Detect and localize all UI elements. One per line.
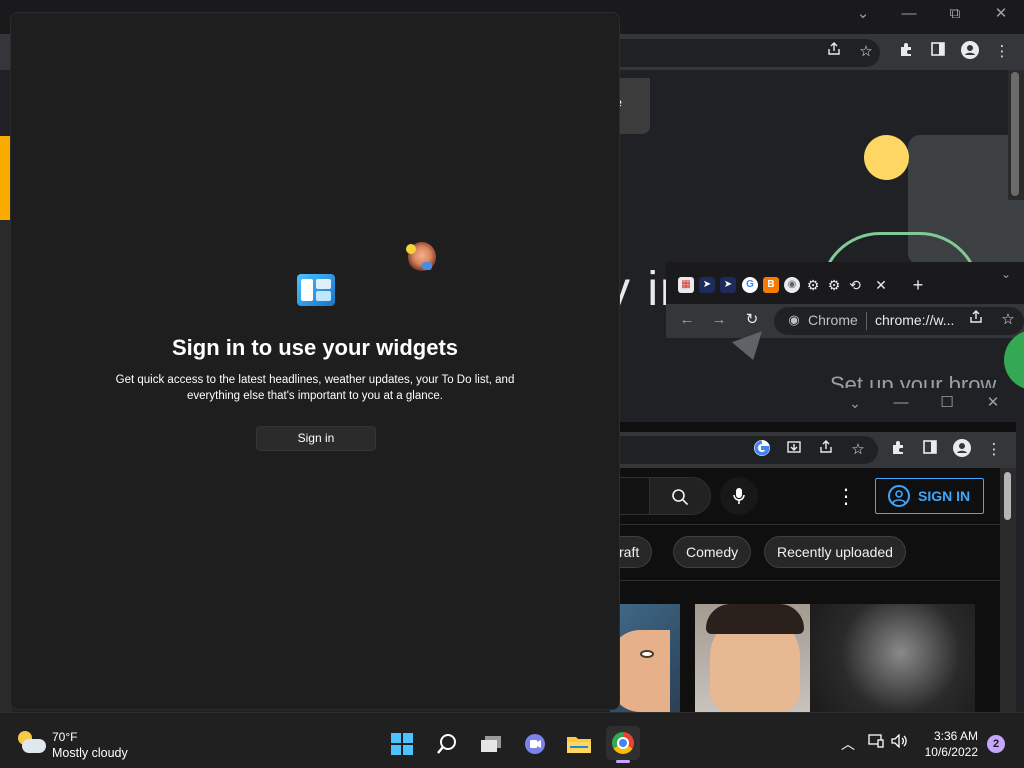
install-app-icon[interactable] (783, 439, 805, 461)
widgets-logo-part (316, 291, 331, 301)
weather-condition[interactable]: Mostly cloudy (52, 746, 128, 760)
notification-badge[interactable]: 2 (987, 735, 1005, 753)
scrollbar-thumb[interactable] (1011, 72, 1019, 196)
chip-recently-uploaded[interactable]: Recently uploaded (764, 536, 906, 568)
clock-time[interactable]: 3:36 AM (920, 729, 978, 743)
bookmark-star-icon[interactable]: ☆ (855, 41, 877, 63)
chrome-icon-core (619, 739, 627, 747)
weather-cloud-icon[interactable] (22, 739, 46, 753)
voice-search-button[interactable] (720, 477, 758, 515)
youtube-search-button[interactable] (649, 477, 711, 515)
extensions-icon[interactable] (895, 41, 917, 63)
file-explorer-icon[interactable] (562, 726, 596, 760)
cursor-favicon-icon[interactable]: ➤ (699, 277, 715, 293)
restore-button[interactable]: ⧉ (940, 0, 970, 28)
avatar-accent (406, 244, 416, 254)
maximize-button[interactable]: ☐ (932, 389, 962, 417)
youtube-settings-menu-icon[interactable]: ⋮ (836, 484, 856, 509)
widgets-signin-heading: Sign in to use your widgets (171, 335, 459, 360)
network-icon[interactable] (866, 734, 886, 751)
youtube-scrollbar-thumb[interactable] (1004, 472, 1011, 520)
chrome-favicon-icon[interactable]: ◉ (784, 277, 800, 293)
omnibox-url: chrome://w... (875, 312, 955, 328)
share-icon[interactable] (823, 41, 845, 63)
minimize-button[interactable]: — (894, 0, 924, 28)
widgets-logo-part (316, 279, 331, 289)
settings-favicon-icon[interactable]: ⚙ (826, 277, 842, 293)
settings-favicon-icon[interactable]: ⚙ (805, 277, 821, 293)
more-menu-icon[interactable]: ⋮ (983, 439, 1005, 461)
close-tab-icon[interactable]: ✕ (873, 277, 889, 293)
tab-search-icon[interactable]: ⌄ (840, 389, 870, 417)
account-icon (888, 485, 910, 507)
bookmark-star-icon[interactable]: ☆ (997, 309, 1019, 331)
tab-search-icon[interactable]: ⌄ (848, 0, 878, 28)
close-button[interactable]: ✕ (978, 389, 1008, 417)
weather-temperature[interactable]: 70°F (52, 730, 77, 744)
reload-icon[interactable]: ↻ (741, 309, 763, 331)
start-button[interactable] (391, 733, 413, 755)
minimize-button[interactable]: — (886, 389, 916, 417)
microphone-icon (733, 487, 745, 504)
extensions-icon[interactable] (887, 439, 909, 461)
profile-icon[interactable] (959, 41, 981, 63)
more-menu-icon[interactable]: ⋮ (991, 41, 1013, 63)
teams-chat-icon[interactable] (518, 726, 552, 760)
task-view-icon[interactable] (474, 726, 508, 760)
blogger-favicon-icon[interactable]: B (763, 277, 779, 293)
chrome-page-icon: ◉ (788, 312, 800, 327)
back-icon[interactable]: ← (676, 309, 698, 331)
close-button[interactable]: ✕ (986, 0, 1016, 28)
profile-icon[interactable] (951, 439, 973, 461)
share-icon[interactable] (815, 439, 837, 461)
thumbnail-eye (640, 650, 654, 658)
side-panel-icon[interactable] (919, 439, 941, 461)
chip-comedy[interactable]: Comedy (673, 536, 752, 568)
bookmark-star-icon[interactable]: ☆ (847, 439, 869, 461)
thumbnail-shattered-glass (810, 604, 975, 712)
volume-icon[interactable] (890, 733, 910, 751)
show-hidden-icons-chevron-icon[interactable]: ︿ (838, 734, 858, 754)
side-panel-icon[interactable] (927, 41, 949, 63)
chip-bar-divider (610, 524, 1000, 525)
google-lens-icon[interactable] (751, 439, 773, 461)
share-icon[interactable] (965, 309, 987, 331)
illustration-sun (864, 135, 909, 180)
new-tab-icon[interactable]: + (910, 276, 926, 294)
omnibox-separator (866, 312, 867, 330)
thumbnail-hair (706, 604, 804, 634)
screenshot-favicon-icon[interactable]: ▦ (678, 277, 694, 293)
google-favicon-icon[interactable]: G (742, 277, 758, 293)
widgets-panel (10, 12, 620, 710)
widgets-logo-part (301, 279, 313, 301)
tab-search-icon[interactable]: ⌄ (998, 266, 1014, 282)
active-app-indicator (616, 760, 630, 763)
search-icon (672, 489, 689, 506)
forward-icon[interactable]: → (708, 309, 730, 331)
content-divider (610, 580, 1000, 581)
search-icon[interactable] (430, 726, 464, 760)
youtube-omnibox[interactable] (610, 436, 878, 464)
avatar-accent (422, 262, 432, 270)
history-favicon-icon[interactable]: ⟲ (847, 277, 863, 293)
clock-date[interactable]: 10/6/2022 (910, 745, 978, 759)
widgets-signin-description: Get quick access to the latest headlines… (115, 374, 515, 402)
widgets-signin-button[interactable]: Sign in (256, 426, 376, 451)
omnibox-site-label: Chrome (808, 312, 858, 328)
cursor-favicon-icon[interactable]: ➤ (720, 277, 736, 293)
